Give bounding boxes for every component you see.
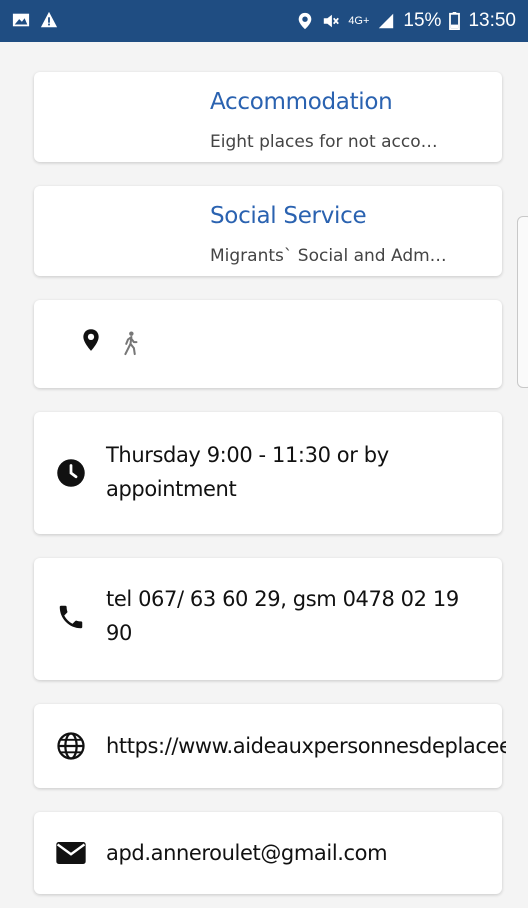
warning-icon bbox=[40, 11, 58, 28]
website-card[interactable]: https://www.aideauxpersonnesdeplacee bbox=[34, 704, 506, 788]
battery-percent: 15% bbox=[403, 10, 442, 31]
phone-icon bbox=[59, 605, 83, 629]
status-bar-right: 4G+ 15% 13:50 bbox=[296, 10, 516, 32]
email-link[interactable]: apd.anneroulet@gmail.com bbox=[106, 836, 486, 870]
clock-icon bbox=[57, 459, 85, 487]
walking-icon[interactable] bbox=[122, 330, 139, 356]
phone-card[interactable]: tel 067/ 63 60 29, gsm 0478 02 19 90 bbox=[34, 558, 502, 680]
email-card[interactable]: apd.anneroulet@gmail.com bbox=[34, 812, 502, 894]
website-link[interactable]: https://www.aideauxpersonnesdeplacee bbox=[106, 729, 506, 763]
globe-icon bbox=[57, 732, 85, 760]
signal-icon bbox=[379, 13, 394, 29]
phone-text[interactable]: tel 067/ 63 60 29, gsm 0478 02 19 90 bbox=[106, 582, 466, 650]
side-drawer-handle[interactable] bbox=[517, 216, 528, 388]
mail-icon bbox=[56, 842, 86, 864]
status-bar-left bbox=[12, 11, 58, 29]
category-subtitle: Eight places for not acco… bbox=[210, 132, 438, 152]
image-icon bbox=[12, 13, 30, 27]
location-card[interactable] bbox=[34, 300, 502, 388]
category-card-social-service[interactable]: Social Service Migrants` Social and Adm… bbox=[34, 186, 502, 276]
mute-icon bbox=[324, 14, 340, 28]
network-type: 4G+ bbox=[348, 14, 370, 27]
category-title: Accommodation bbox=[210, 89, 393, 115]
hours-text: Thursday 9:00 - 11:30 or by appointment bbox=[106, 443, 389, 501]
category-subtitle: Migrants` Social and Adm… bbox=[210, 246, 447, 266]
category-card-accommodation[interactable]: Accommodation Eight places for not acco… bbox=[34, 72, 502, 162]
location-pin-icon[interactable] bbox=[82, 328, 100, 352]
location-icon bbox=[299, 12, 312, 30]
status-bar: 4G+ 15% 13:50 bbox=[0, 0, 528, 42]
battery-icon bbox=[449, 12, 461, 30]
clock: 13:50 bbox=[468, 10, 516, 31]
category-title: Social Service bbox=[210, 203, 367, 229]
hours-card: Thursday 9:00 - 11:30 or by appointment bbox=[34, 412, 502, 534]
